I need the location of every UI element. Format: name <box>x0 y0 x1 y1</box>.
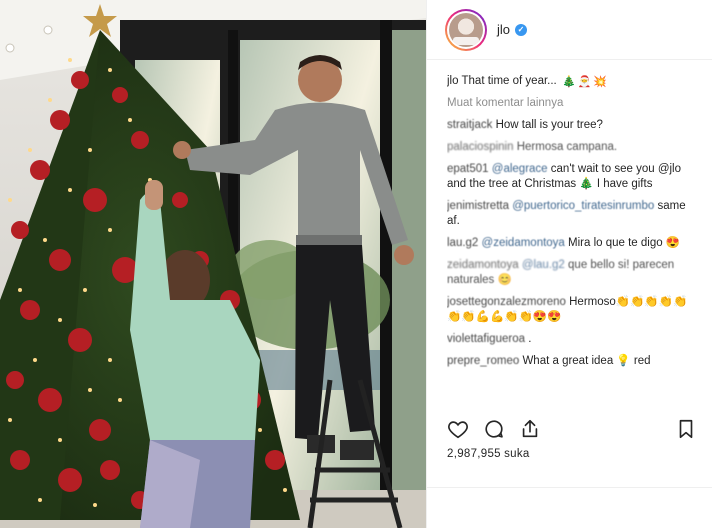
comment-text: What a great idea 💡 red <box>522 355 651 367</box>
comment-username[interactable]: prepre_romeo <box>447 355 519 367</box>
comment-username[interactable]: josettegonzalezmoreno <box>447 296 566 308</box>
comment-username[interactable]: lau.g2 <box>447 237 478 249</box>
post-side-panel: jlo ✓ jlo That time of year... 🎄 🎅 💥 Muat … <box>426 0 712 528</box>
comment-item: josettegonzalezmoreno Hermoso👏👏👏👏👏👏👏💪💪👏👏… <box>447 295 697 325</box>
tree-emoji: 🎄 <box>561 76 576 88</box>
comment-username[interactable]: zeidamontoya <box>447 259 519 271</box>
comments-list: jlo That time of year... 🎄 🎅 💥 Muat koment… <box>447 68 697 408</box>
comment-username[interactable]: jenimistretta <box>447 200 509 212</box>
comment-item: palaciospinin Hermosa campana. <box>447 140 697 155</box>
comment-mention[interactable]: @puertorico_tiratesinrumbo <box>512 200 654 212</box>
comment-item: violettafigueroa . <box>447 332 697 347</box>
avatar[interactable] <box>445 8 487 51</box>
comment-item: jenimistretta @puertorico_tiratesinrumbo… <box>447 199 697 229</box>
likes-number: 2,987,955 <box>447 448 501 460</box>
comment-item: lau.g2 @zeidamontoya Mira lo que te digo… <box>447 236 697 251</box>
comment-mention[interactable]: @lau.g2 <box>522 259 565 271</box>
load-more-comments-link[interactable]: Muat komentar lainnya <box>447 96 697 111</box>
caption-username[interactable]: jlo <box>447 75 459 87</box>
comment-mention[interactable]: @alegrace <box>492 163 548 175</box>
comment-item: prepre_romeo What a great idea 💡 red <box>447 354 697 369</box>
santa-emoji: 🎅 <box>577 76 592 88</box>
post-actions-bar <box>447 416 697 442</box>
share-icon[interactable] <box>519 418 541 440</box>
christmas-tree-photo <box>0 0 426 528</box>
comment-item: zeidamontoya @lau.g2 que bello si! parec… <box>447 258 697 288</box>
avatar-image <box>449 12 483 47</box>
likes-label: suka <box>504 448 530 460</box>
comment-text: Hermosa campana. <box>516 141 618 153</box>
divider <box>427 487 712 488</box>
bookmark-icon[interactable] <box>675 418 697 440</box>
verified-badge-icon: ✓ <box>515 23 528 36</box>
comment-text: . <box>528 333 532 345</box>
instagram-post-view: jlo ✓ jlo That time of year... 🎄 🎅 💥 Muat … <box>0 0 712 528</box>
spark-emoji: 💥 <box>593 76 608 88</box>
comment-bubble-icon[interactable] <box>483 418 505 440</box>
comment-username[interactable]: palaciospinin <box>447 141 514 153</box>
post-caption: jlo That time of year... 🎄 🎅 💥 <box>447 74 697 90</box>
comment-username[interactable]: epat501 <box>447 163 489 175</box>
comment-item: straitjack How tall is your tree? <box>447 118 697 133</box>
likes-count[interactable]: 2,987,955 suka <box>447 448 530 460</box>
post-photo[interactable] <box>0 0 426 528</box>
comment-text: Mira lo que te digo 😍 <box>568 237 681 249</box>
caption-text: That time of year... <box>461 75 557 87</box>
header-username[interactable]: jlo <box>497 22 510 37</box>
heart-icon[interactable] <box>447 418 469 440</box>
comment-mention[interactable]: @zeidamontoya <box>482 237 565 249</box>
post-header: jlo ✓ <box>427 0 712 60</box>
comment-username[interactable]: violettafigueroa <box>447 333 525 345</box>
comment-item: epat501 @alegrace can't wait to see you … <box>447 162 697 192</box>
comment-text: How tall is your tree? <box>495 119 603 131</box>
comment-username[interactable]: straitjack <box>447 119 492 131</box>
